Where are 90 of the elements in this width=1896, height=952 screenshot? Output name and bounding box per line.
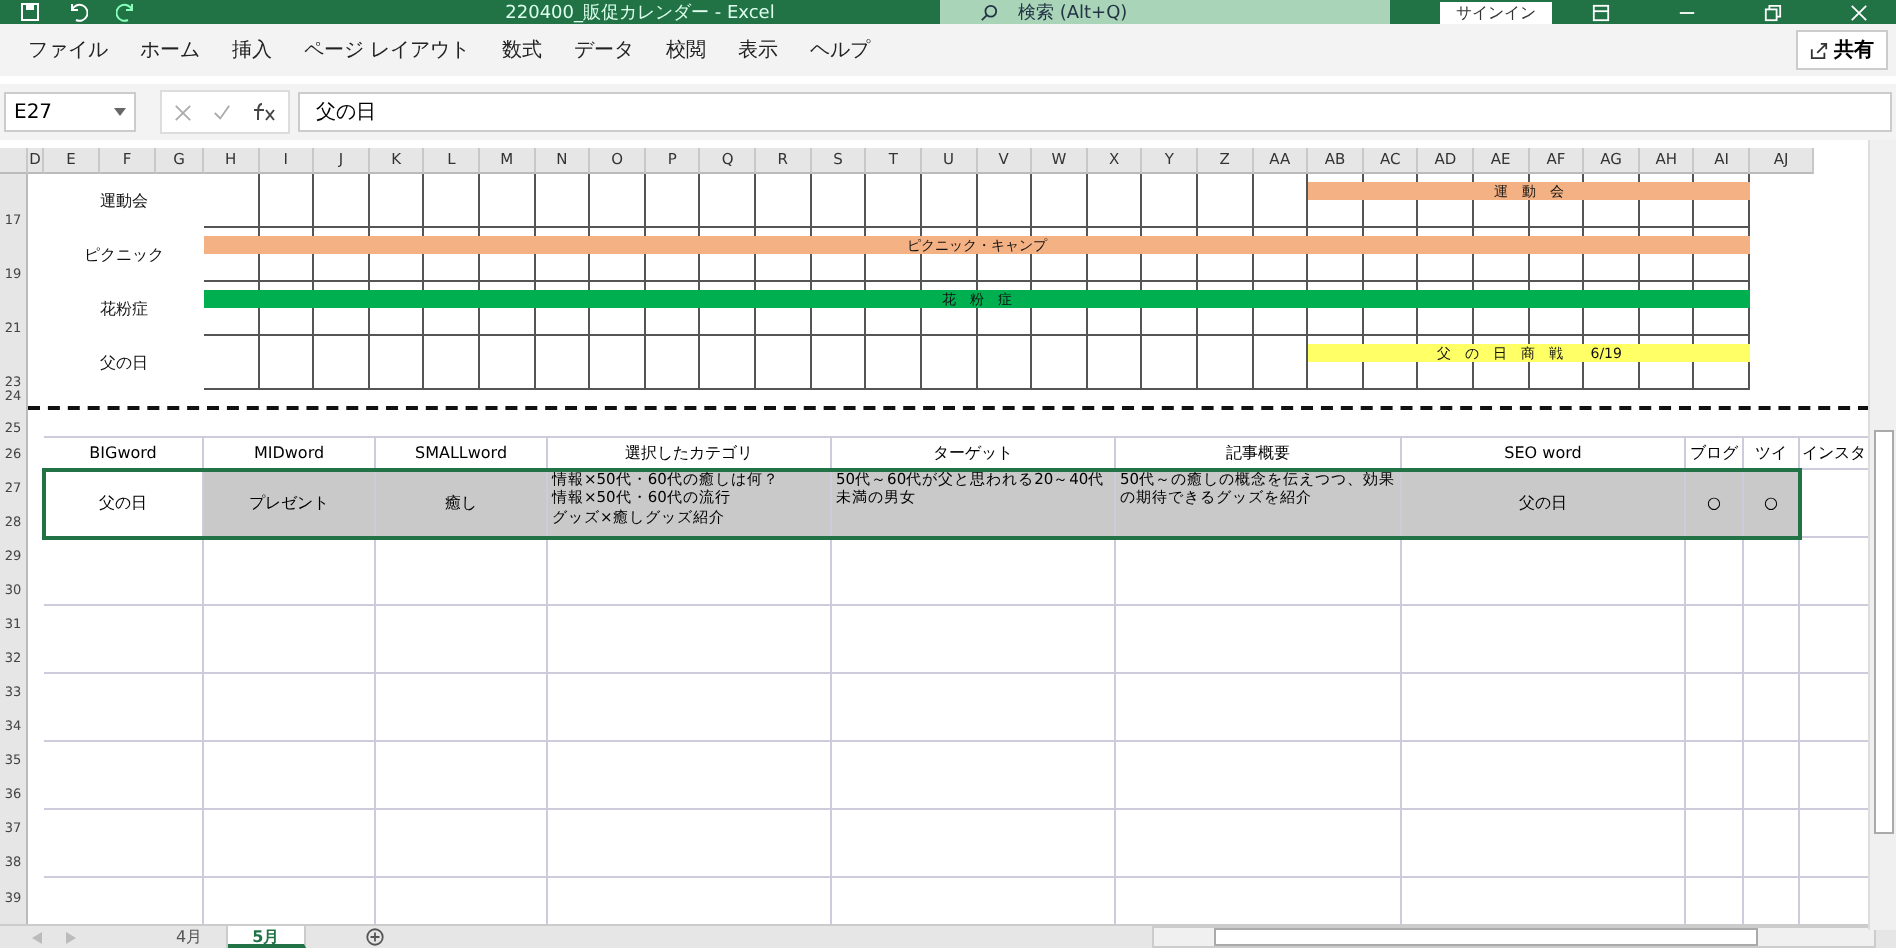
event-label: 運動会 <box>98 190 150 214</box>
horizontal-scrollbar[interactable] <box>1152 926 1876 948</box>
event-label: ピクニック <box>82 244 166 268</box>
menu-item[interactable]: 挿入 <box>216 36 288 64</box>
calendar-cell <box>921 336 978 390</box>
table-cell: プレゼント <box>204 470 376 538</box>
table-header: MIDword <box>204 436 376 470</box>
menu-item[interactable]: 表示 <box>722 36 795 64</box>
search-field[interactable]: 検索 (Alt+Q) <box>940 0 1390 24</box>
calendar-cell <box>1142 174 1198 228</box>
add-sheet-icon[interactable] <box>365 928 384 946</box>
empty-cell <box>1686 674 1744 742</box>
share-button[interactable]: 共有 <box>1796 30 1888 70</box>
calendar-cell <box>480 174 536 228</box>
table-cell: 癒し <box>376 470 548 538</box>
dropdown-caret-icon <box>114 108 126 116</box>
calendar-cell <box>700 336 757 390</box>
save-icon[interactable] <box>20 2 40 22</box>
calendar-cell <box>756 336 812 390</box>
undo-icon[interactable] <box>68 2 88 22</box>
calendar-cell <box>314 336 370 390</box>
table-cell: ○ <box>1686 470 1744 538</box>
calendar-cell <box>535 174 591 228</box>
table-header: ブログ <box>1686 436 1744 470</box>
calendar-cell <box>1142 336 1198 390</box>
calendar-cell <box>369 336 425 390</box>
vertical-scrollbar[interactable] <box>1868 140 1896 930</box>
calendar-cell <box>259 174 315 228</box>
calendar-cell <box>645 336 701 390</box>
calendar-cell <box>204 336 260 390</box>
calendar-cell <box>921 174 978 228</box>
calendar-cell <box>314 174 370 228</box>
ribbon-display-icon[interactable] <box>1592 3 1610 21</box>
table-header: BIGword <box>44 436 204 470</box>
redo-icon[interactable] <box>116 2 136 22</box>
name-box[interactable]: E27 <box>4 92 136 132</box>
calendar-cell <box>1032 174 1088 228</box>
table-cell: 父の日 <box>1402 470 1686 538</box>
function-icon[interactable] <box>252 102 276 122</box>
calendar-cell <box>590 336 646 390</box>
calendar-cell <box>811 336 867 390</box>
calendar-cell <box>535 336 591 390</box>
calendar-cell <box>866 174 922 228</box>
table-header: 記事概要 <box>1116 436 1402 470</box>
calendar-cell <box>866 336 922 390</box>
calendar-cell <box>756 174 812 228</box>
calendar-cell <box>700 174 757 228</box>
window-title: 220400_販促カレンダー - Excel <box>503 1 777 24</box>
table-header: ツイ <box>1744 436 1800 470</box>
sheet-tab[interactable]: 5月 <box>228 926 306 948</box>
close-icon[interactable] <box>1850 3 1868 21</box>
restore-icon[interactable] <box>1764 3 1782 21</box>
table-header: 選択したカテゴリ <box>548 436 832 470</box>
search-icon <box>980 3 998 21</box>
empty-cell <box>1686 606 1744 674</box>
menu-item[interactable]: データ <box>558 36 651 64</box>
menu-item[interactable]: 数式 <box>486 36 559 64</box>
calendar-cell <box>590 174 646 228</box>
menu-item[interactable]: ヘルプ <box>794 36 887 64</box>
check-icon[interactable] <box>212 103 232 121</box>
calendar-cell <box>1197 336 1254 390</box>
calendar-cell <box>204 174 260 228</box>
empty-cell <box>1686 810 1744 878</box>
menu-item[interactable]: ファイル <box>12 36 124 64</box>
calendar-cell <box>977 336 1033 390</box>
event-label: 父の日 <box>98 352 150 376</box>
calendar-cell <box>424 336 481 390</box>
menu-item[interactable]: ホーム <box>124 36 216 64</box>
empty-cell <box>1686 742 1744 810</box>
calendar-cell <box>259 336 315 390</box>
table-header: ターゲット <box>832 436 1116 470</box>
calendar-cell <box>480 336 536 390</box>
menu-item[interactable]: ページ レイアウト <box>288 36 487 64</box>
calendar-cell <box>1087 336 1143 390</box>
table-header: SMALLword <box>376 436 548 470</box>
share-icon <box>1810 41 1828 59</box>
calendar-cell <box>424 174 481 228</box>
formula-field[interactable]: 父の日 <box>298 92 1892 132</box>
calendar-cell <box>369 174 425 228</box>
table-header: SEO word <box>1402 436 1686 470</box>
calendar-cell <box>977 174 1033 228</box>
menu-item[interactable]: 校閲 <box>650 36 723 64</box>
calendar-cell <box>1197 174 1254 228</box>
calendar-cell <box>1032 336 1088 390</box>
calendar-cell <box>645 174 701 228</box>
table-cell: ○ <box>1744 470 1800 538</box>
signin-button[interactable]: サインイン <box>1440 1 1552 23</box>
calendar-cell <box>1087 174 1143 228</box>
event-label: 花粉症 <box>98 298 150 322</box>
calendar-cell <box>811 174 867 228</box>
